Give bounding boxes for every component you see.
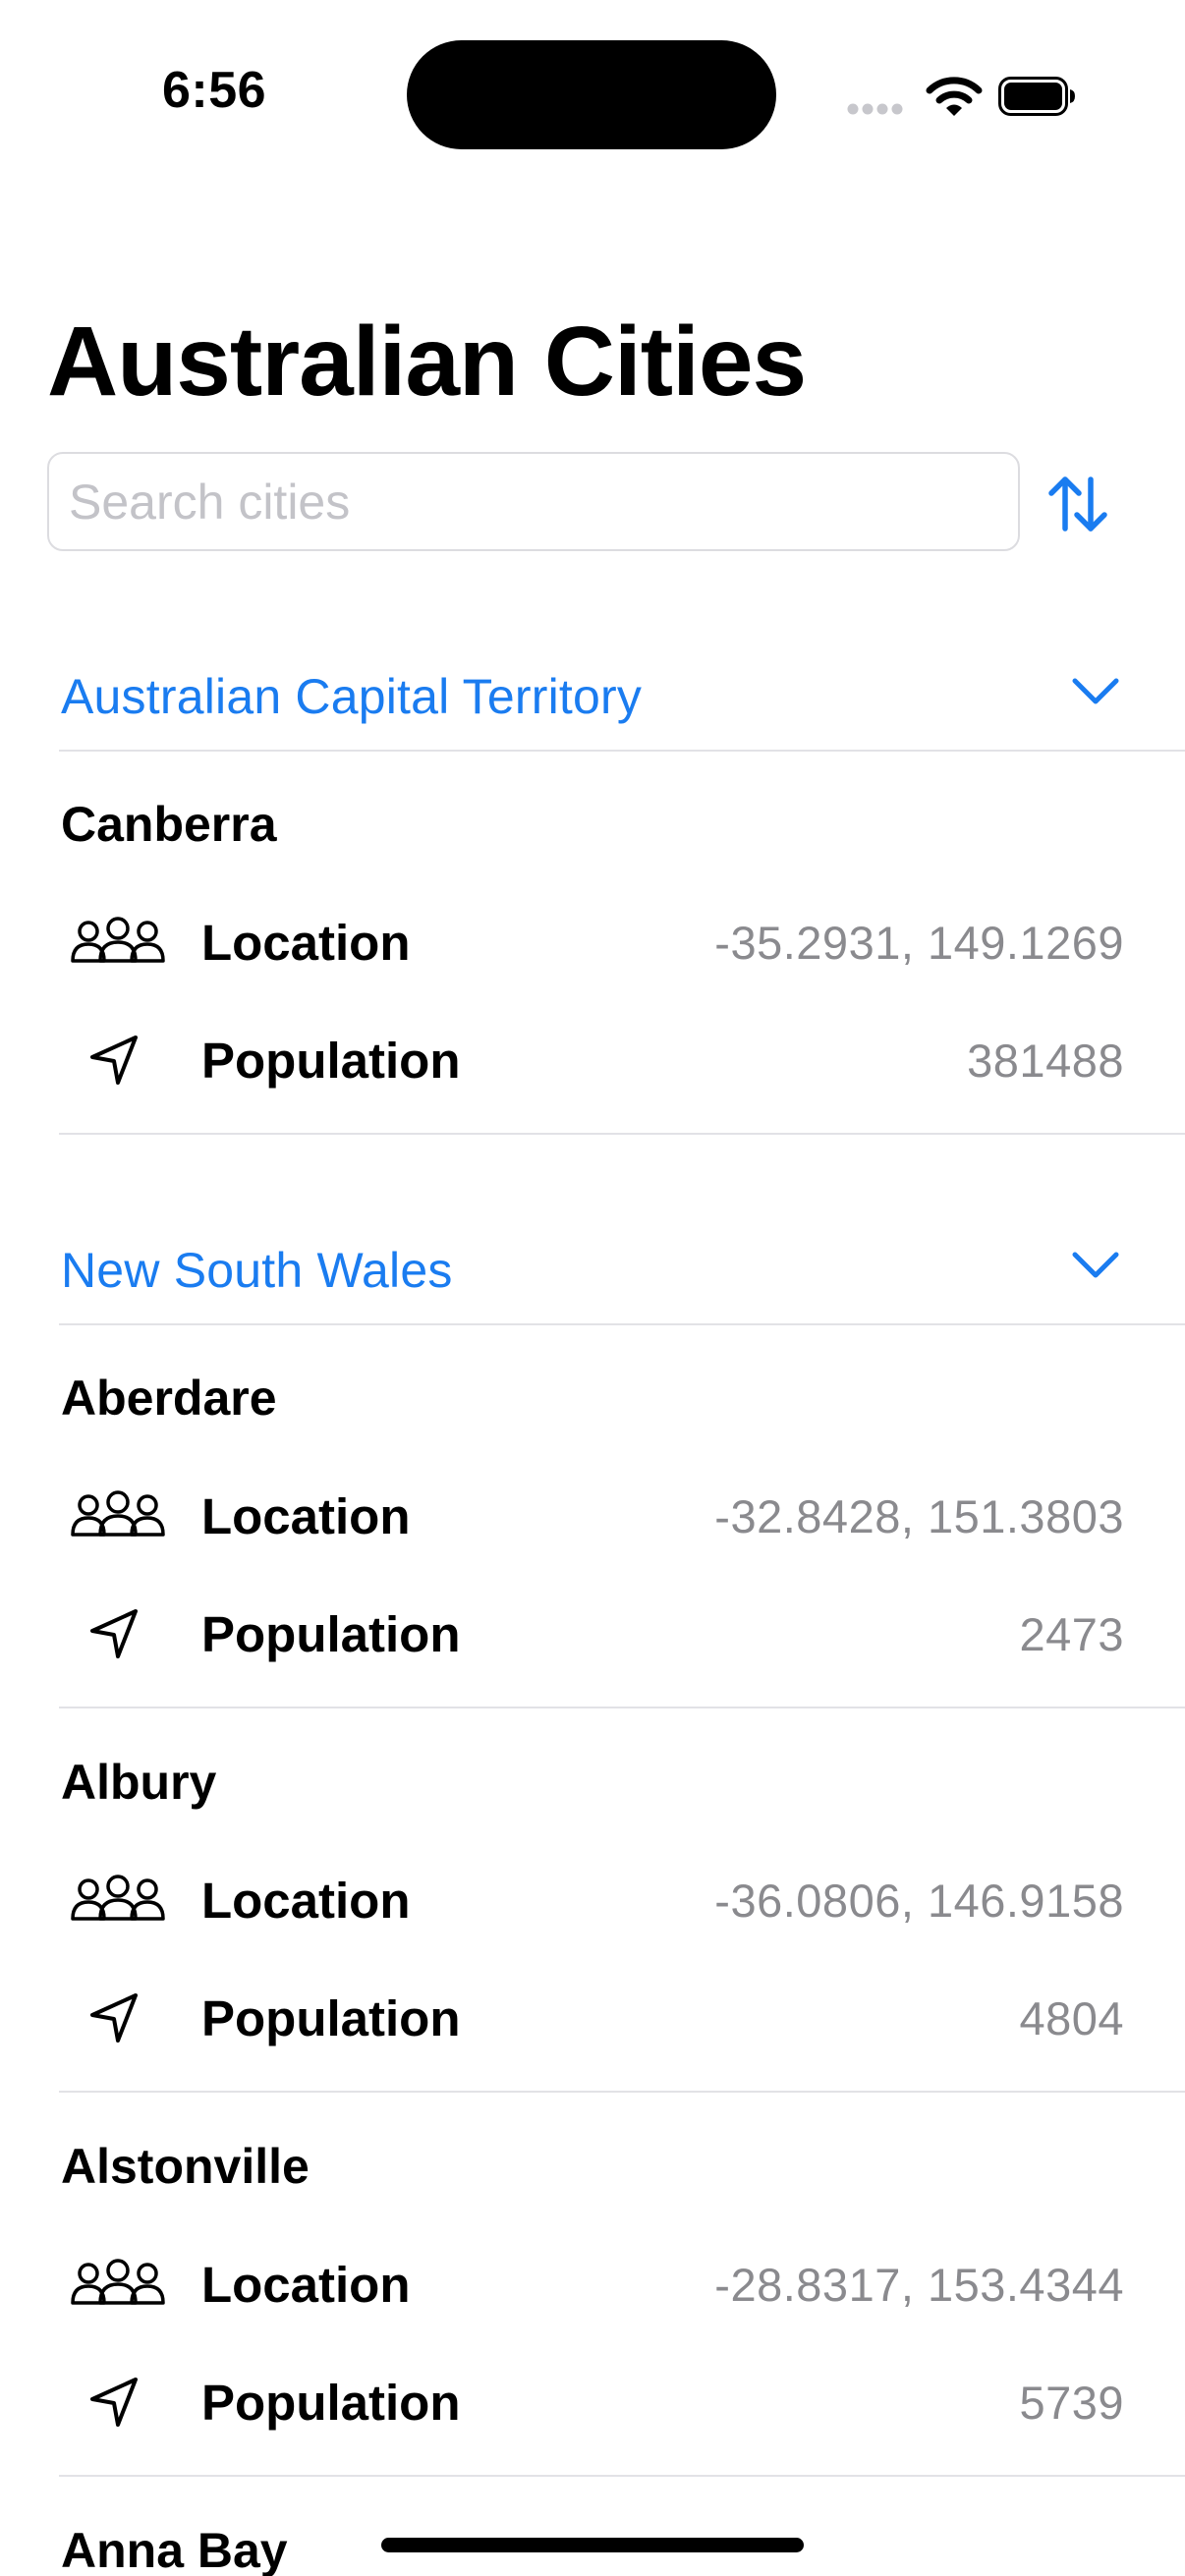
location-row: Location -32.8428, 151.3803	[0, 1478, 1185, 1556]
location-value: -36.0806, 146.9158	[714, 1875, 1124, 1927]
section-header-act[interactable]: Australian Capital Territory	[0, 629, 1185, 747]
battery-icon	[998, 77, 1075, 116]
people-icon	[71, 2259, 165, 2305]
section-title: Australian Capital Territory	[61, 669, 643, 724]
chevron-down-icon	[1072, 1252, 1119, 1278]
section-header-nsw[interactable]: New South Wales	[0, 1203, 1185, 1320]
people-icon	[71, 1490, 165, 1537]
population-row: Population 4804	[0, 1980, 1185, 2058]
search-field[interactable]	[47, 452, 1020, 551]
wifi-icon	[926, 77, 983, 116]
people-icon	[71, 917, 165, 963]
location-value: -32.8428, 151.3803	[714, 1490, 1124, 1542]
population-value: 5739	[1019, 2377, 1124, 2429]
location-arrow-icon	[90, 1036, 138, 1085]
cellular-signal-icon	[847, 103, 903, 115]
divider	[59, 1707, 1185, 1708]
city-name: Canberra	[61, 797, 277, 852]
home-indicator[interactable]	[381, 2538, 804, 2552]
status-time: 6:56	[162, 62, 267, 119]
city-name: Anna Bay	[61, 2523, 288, 2576]
population-value: 381488	[967, 1035, 1124, 1087]
divider	[59, 2475, 1185, 2477]
page-title: Australian Cities	[47, 307, 807, 417]
divider	[59, 2091, 1185, 2093]
population-label: Population	[201, 1606, 461, 1662]
population-value: 2473	[1019, 1608, 1124, 1660]
population-label: Population	[201, 1990, 461, 2046]
city-name: Aberdare	[61, 1371, 277, 1426]
section-title: New South Wales	[61, 1243, 453, 1298]
sort-button[interactable]	[1044, 470, 1112, 538]
location-row: Location -36.0806, 146.9158	[0, 1862, 1185, 1940]
population-row: Population 381488	[0, 1022, 1185, 1100]
people-icon	[71, 1875, 165, 1921]
population-value: 4804	[1019, 1992, 1124, 2044]
location-label: Location	[201, 1873, 411, 1929]
search-input[interactable]	[49, 454, 1018, 549]
population-row: Population 2473	[0, 1596, 1185, 1674]
city-name: Alstonville	[61, 2139, 310, 2194]
location-label: Location	[201, 2257, 411, 2313]
location-row: Location -35.2931, 149.1269	[0, 904, 1185, 982]
divider	[59, 1323, 1185, 1325]
location-label: Location	[201, 1488, 411, 1544]
city-name: Albury	[61, 1755, 217, 1810]
dynamic-island	[407, 40, 776, 149]
divider	[59, 750, 1185, 752]
location-value: -35.2931, 149.1269	[714, 917, 1124, 969]
sort-arrows-icon	[1048, 476, 1107, 532]
screen: 6:56 Australian Cities Search cities Aus…	[0, 0, 1185, 2576]
location-value: -28.8317, 153.4344	[714, 2259, 1124, 2311]
population-label: Population	[201, 1033, 461, 1089]
divider	[59, 1133, 1185, 1135]
location-row: Location -28.8317, 153.4344	[0, 2246, 1185, 2324]
chevron-down-icon	[1072, 678, 1119, 704]
location-arrow-icon	[90, 1993, 138, 2043]
location-arrow-icon	[90, 1609, 138, 1658]
population-label: Population	[201, 2375, 461, 2431]
location-arrow-icon	[90, 2378, 138, 2427]
population-row: Population 5739	[0, 2364, 1185, 2442]
location-label: Location	[201, 915, 411, 971]
